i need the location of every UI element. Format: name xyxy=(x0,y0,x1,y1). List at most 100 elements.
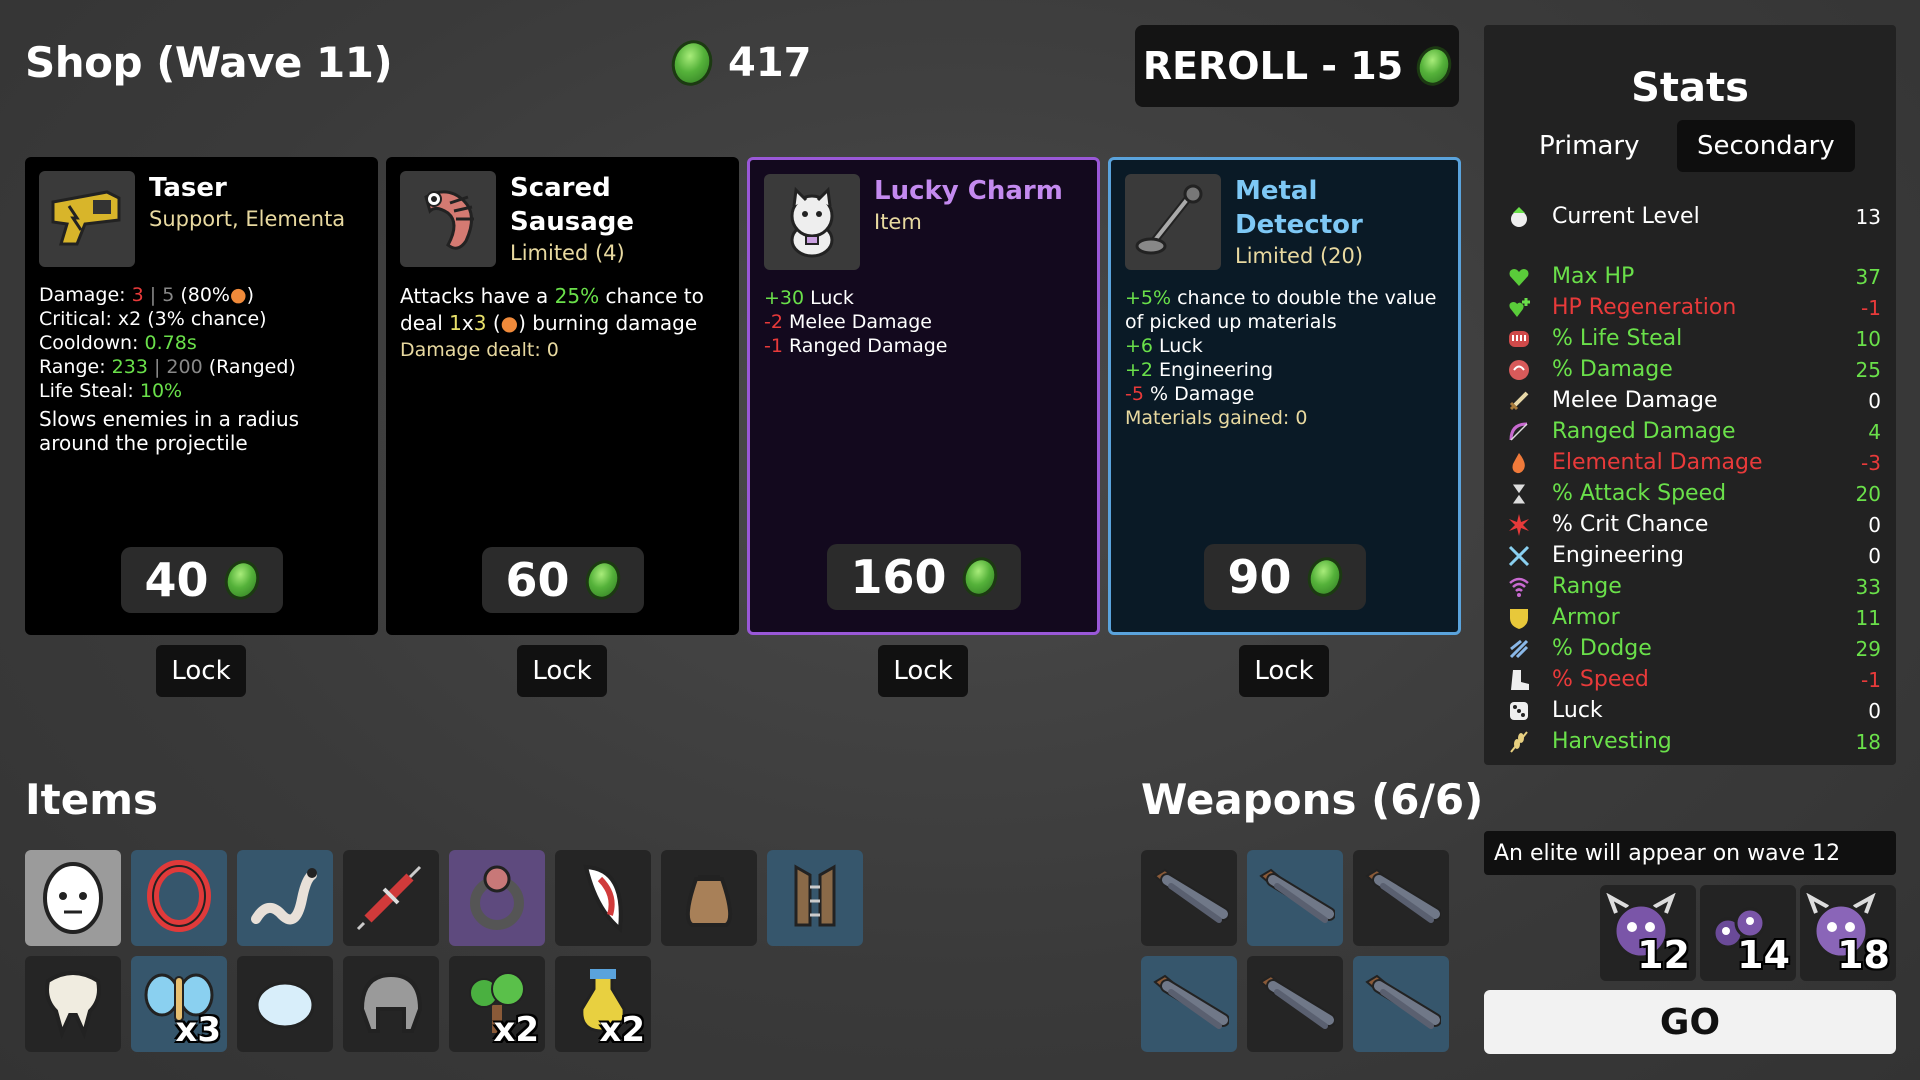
materials-counter: 417 xyxy=(665,34,812,92)
item-slot[interactable] xyxy=(237,956,333,1052)
item-slot[interactable]: x3 xyxy=(131,956,227,1052)
stat-row[interactable]: % Life Steal 10 xyxy=(1506,323,1881,354)
stat-label: % Crit Chance xyxy=(1552,512,1709,537)
tab-secondary[interactable]: Secondary xyxy=(1677,120,1855,172)
materials-value: 417 xyxy=(728,40,812,86)
stat-value: 13 xyxy=(1855,204,1881,229)
item-slot[interactable] xyxy=(555,850,651,946)
bow-icon xyxy=(1506,419,1532,445)
shop-card-lucky-charm[interactable]: Lucky Charm Item +30 Luck -2 Melee Damag… xyxy=(747,157,1100,635)
stat-row[interactable]: HP Regeneration -1 xyxy=(1506,292,1881,323)
stat-label: Harvesting xyxy=(1552,729,1672,754)
stat-label: Current Level xyxy=(1552,204,1700,229)
weapon-slot[interactable] xyxy=(1141,956,1237,1052)
card-name: Lucky Charm xyxy=(874,176,1063,206)
elite-wave-icon[interactable]: 18 xyxy=(1800,885,1896,981)
lock-button[interactable]: Lock xyxy=(1239,645,1329,697)
wheat-icon xyxy=(1506,729,1532,755)
syringe-icon xyxy=(354,859,428,937)
hourglass-icon xyxy=(1506,481,1532,507)
price-button[interactable]: 160 xyxy=(826,544,1021,610)
stat-row[interactable]: % Dodge 29 xyxy=(1506,633,1881,664)
item-quantity: x2 xyxy=(599,1010,645,1050)
weapon-slot[interactable] xyxy=(1247,850,1343,946)
dark-ring-icon xyxy=(460,859,534,937)
item-slot[interactable] xyxy=(25,956,121,1052)
stat-value: 20 xyxy=(1855,481,1881,506)
item-slot[interactable] xyxy=(449,850,545,946)
stat-row[interactable]: Luck 0 xyxy=(1506,695,1881,726)
lock-button[interactable]: Lock xyxy=(517,645,607,697)
stat-row[interactable]: Armor 11 xyxy=(1506,602,1881,633)
wave-number: 12 xyxy=(1637,933,1690,977)
stat-row[interactable]: Max HP 37 xyxy=(1506,261,1881,292)
stat-row[interactable]: % Speed -1 xyxy=(1506,664,1881,695)
sausage-icon xyxy=(400,171,496,267)
stat-row[interactable]: Engineering 0 xyxy=(1506,540,1881,571)
stat-value: 0 xyxy=(1868,512,1881,537)
item-slot[interactable] xyxy=(25,850,121,946)
stat-row[interactable]: Ranged Damage 4 xyxy=(1506,416,1881,447)
go-button[interactable]: GO xyxy=(1484,990,1896,1054)
item-quantity: x2 xyxy=(493,1010,539,1050)
price-button[interactable]: 40 xyxy=(120,547,283,613)
card-subtitle: Limited (4) xyxy=(510,241,625,265)
stat-label: Melee Damage xyxy=(1552,388,1718,413)
stat-row[interactable]: Melee Damage 0 xyxy=(1506,385,1881,416)
stat-row[interactable]: % Attack Speed 20 xyxy=(1506,478,1881,509)
dice-icon xyxy=(1506,698,1532,724)
stat-row[interactable]: Harvesting 18 xyxy=(1506,726,1881,757)
stat-row[interactable]: % Crit Chance 0 xyxy=(1506,509,1881,540)
material-icon xyxy=(1302,552,1347,602)
stats-title: Stats xyxy=(1631,65,1749,111)
stat-row[interactable]: Current Level 13 xyxy=(1506,201,1881,232)
wave-number: 14 xyxy=(1737,933,1790,977)
item-slot[interactable] xyxy=(661,850,757,946)
tab-primary[interactable]: Primary xyxy=(1519,120,1659,172)
snowball-icon xyxy=(248,965,322,1043)
card-description: +5% chance to double the value of picked… xyxy=(1125,287,1437,429)
price-button[interactable]: 60 xyxy=(481,547,644,613)
stat-row[interactable]: % Damage 25 xyxy=(1506,354,1881,385)
card-name: Taser xyxy=(149,173,227,203)
weapon-slot[interactable] xyxy=(1141,850,1237,946)
item-slot[interactable] xyxy=(343,850,439,946)
card-subtitle: Limited (20) xyxy=(1235,244,1364,268)
card-name: Scared Sausage xyxy=(510,173,635,237)
stat-value: -1 xyxy=(1861,667,1881,692)
item-slot[interactable]: x2 xyxy=(555,956,651,1052)
elite-wave-icon[interactable]: 14 xyxy=(1700,885,1796,981)
weapon-slot[interactable] xyxy=(1247,956,1343,1052)
stat-row[interactable]: Elemental Damage -3 xyxy=(1506,447,1881,478)
item-slot[interactable] xyxy=(767,850,863,946)
shop-card-scared-sausage[interactable]: Scared Sausage Limited (4) Attacks have … xyxy=(386,157,739,635)
card-description: +30 Luck -2 Melee Damage -1 Ranged Damag… xyxy=(764,287,948,357)
weapon-slot[interactable] xyxy=(1353,956,1449,1052)
vest-icon xyxy=(778,859,852,937)
shop-card-taser[interactable]: Taser Support, Elementa Damage: 3 | 5 (8… xyxy=(25,157,378,635)
lock-button[interactable]: Lock xyxy=(156,645,246,697)
item-slot[interactable] xyxy=(343,956,439,1052)
weapon-slot[interactable] xyxy=(1353,850,1449,946)
material-icon xyxy=(1411,41,1457,91)
elite-notice: An elite will appear on wave 12 xyxy=(1484,831,1896,875)
heart-icon xyxy=(1506,264,1532,290)
item-slot[interactable]: x2 xyxy=(449,956,545,1052)
crit-icon xyxy=(1506,512,1532,538)
lock-button[interactable]: Lock xyxy=(878,645,968,697)
reroll-button[interactable]: REROLL - 15 xyxy=(1135,25,1459,107)
stat-row[interactable]: Range 33 xyxy=(1506,571,1881,602)
elite-wave-icon[interactable]: 12 xyxy=(1600,885,1696,981)
shop-card-metal-detector[interactable]: Metal Detector Limited (20) +5% chance t… xyxy=(1108,157,1461,635)
tooth-icon xyxy=(36,965,110,1043)
price-button[interactable]: 90 xyxy=(1203,544,1366,610)
stat-label: Ranged Damage xyxy=(1552,419,1736,444)
stat-value: 11 xyxy=(1855,605,1881,630)
item-slot[interactable] xyxy=(131,850,227,946)
regen-icon xyxy=(1506,295,1532,321)
item-slot[interactable] xyxy=(237,850,333,946)
fang-icon xyxy=(566,859,640,937)
stat-value: -3 xyxy=(1861,450,1881,475)
teeth-icon xyxy=(1506,326,1532,352)
shotgun-icon xyxy=(1255,972,1336,1036)
